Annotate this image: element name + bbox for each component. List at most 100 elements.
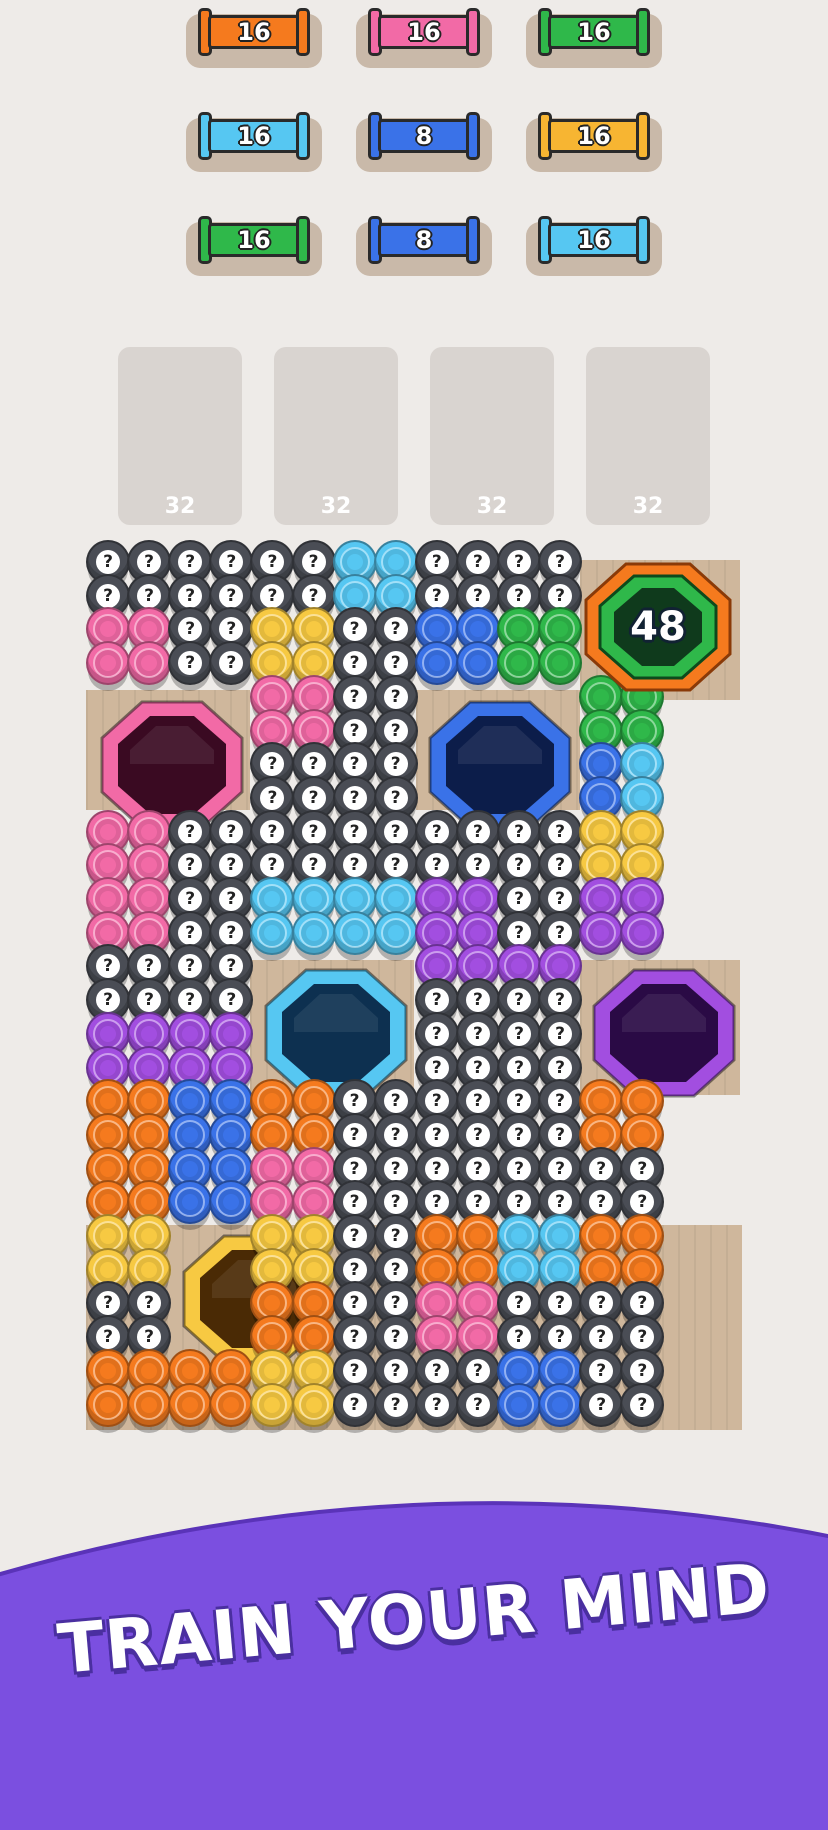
question-mark-icon: ? <box>548 1291 573 1316</box>
coin-green[interactable] <box>538 641 583 686</box>
hidden-coin[interactable]: ? <box>373 1382 418 1427</box>
question-mark-icon: ? <box>178 887 203 911</box>
swirl-icon <box>421 951 452 982</box>
swirl-icon <box>504 1254 534 1285</box>
coin-orange[interactable] <box>209 1382 254 1427</box>
swirl-icon <box>134 917 165 948</box>
hole-purple[interactable] <box>590 966 738 1100</box>
coin-blue[interactable] <box>414 641 459 686</box>
spool-blue[interactable]: 8 <box>356 216 492 276</box>
coin-blue[interactable] <box>497 1382 541 1427</box>
swirl-icon <box>380 580 411 611</box>
swirl-icon <box>216 1355 247 1386</box>
swirl-icon <box>586 1086 617 1117</box>
swirl-icon <box>93 1221 123 1251</box>
question-mark-icon: ? <box>342 853 367 878</box>
question-mark-icon: ? <box>548 1325 573 1350</box>
question-mark-icon: ? <box>342 785 367 810</box>
question-mark-icon: ? <box>465 819 490 844</box>
swirl-icon <box>504 1389 534 1420</box>
swirl-icon <box>627 816 658 847</box>
coin-lightblue[interactable] <box>332 910 377 955</box>
question-mark-icon: ? <box>342 617 367 642</box>
hidden-coin[interactable]: ? <box>620 1382 665 1427</box>
swirl-icon <box>93 1119 123 1150</box>
swirl-icon <box>216 1052 247 1083</box>
question-mark-icon: ? <box>342 1089 367 1114</box>
coin-orange[interactable] <box>86 1382 130 1427</box>
empty-slot[interactable]: 32 <box>274 347 398 525</box>
hidden-coin[interactable]: ? <box>332 1382 377 1427</box>
question-mark-icon: ? <box>383 853 408 878</box>
question-mark-icon: ? <box>507 819 531 844</box>
swirl-icon <box>134 1355 165 1386</box>
coin-pink[interactable] <box>86 641 130 686</box>
question-mark-icon: ? <box>178 954 203 979</box>
spool-green[interactable]: 16 <box>526 8 662 68</box>
coin-blue[interactable] <box>538 1382 583 1427</box>
question-mark-icon: ? <box>548 887 573 911</box>
question-mark-icon: ? <box>383 617 408 642</box>
question-mark-icon: ? <box>465 1021 490 1046</box>
goal-hole-green[interactable]: 48 <box>582 560 734 694</box>
swirl-icon <box>93 850 123 881</box>
coin-lightblue[interactable] <box>291 910 336 955</box>
swirl-icon <box>586 816 617 847</box>
spool-blue[interactable]: 8 <box>356 112 492 172</box>
spool-count: 16 <box>237 18 271 46</box>
hidden-coin[interactable]: ? <box>579 1382 624 1427</box>
hidden-coin[interactable]: ? <box>168 641 213 686</box>
swirl-icon <box>586 850 617 881</box>
coin-blue[interactable] <box>455 641 500 686</box>
coin-green[interactable] <box>497 641 541 686</box>
empty-slot[interactable]: 32 <box>118 347 242 525</box>
coin-yellow[interactable] <box>291 1382 336 1427</box>
question-mark-icon: ? <box>507 920 531 945</box>
empty-slot[interactable]: 32 <box>430 347 554 525</box>
swirl-icon <box>339 580 370 611</box>
question-mark-icon: ? <box>178 920 203 945</box>
question-mark-icon: ? <box>507 1291 531 1316</box>
empty-slot[interactable]: 32 <box>586 347 710 525</box>
question-mark-icon: ? <box>219 954 244 979</box>
swirl-icon <box>216 1389 247 1420</box>
swirl-icon <box>93 884 123 914</box>
question-mark-icon: ? <box>424 1122 449 1147</box>
question-mark-icon: ? <box>137 954 162 979</box>
spool-lightblue[interactable]: 16 <box>186 112 322 172</box>
swirl-icon <box>93 614 123 645</box>
coin-yellow[interactable] <box>250 1382 295 1427</box>
hidden-coin[interactable]: ? <box>414 1382 459 1427</box>
spool-orange[interactable]: 16 <box>186 8 322 68</box>
coin-orange[interactable] <box>168 1382 213 1427</box>
spool-yellow[interactable]: 16 <box>526 112 662 172</box>
swirl-icon <box>339 917 370 948</box>
coin-lightblue[interactable] <box>250 910 295 955</box>
question-mark-icon: ? <box>589 1190 614 1215</box>
spool-pink[interactable]: 16 <box>356 8 492 68</box>
coin-purple[interactable] <box>579 910 624 955</box>
hidden-coin[interactable]: ? <box>455 1382 500 1427</box>
spool-green[interactable]: 16 <box>186 216 322 276</box>
hidden-coin[interactable]: ? <box>209 641 254 686</box>
spool-count: 16 <box>577 18 611 46</box>
swirl-icon <box>134 1389 165 1420</box>
swirl-icon <box>175 1018 206 1049</box>
swirl-icon <box>586 884 617 914</box>
coin-lightblue[interactable] <box>373 910 418 955</box>
coin-orange[interactable] <box>127 1382 172 1427</box>
spool-count: 16 <box>407 18 441 46</box>
coin-blue[interactable] <box>168 1180 213 1225</box>
swirl-icon <box>298 1119 329 1150</box>
swirl-icon <box>134 1221 165 1251</box>
coin-blue[interactable] <box>209 1180 254 1225</box>
question-mark-icon: ? <box>383 1122 408 1147</box>
question-mark-icon: ? <box>548 1156 573 1181</box>
coin-pink[interactable] <box>127 641 172 686</box>
coin-purple[interactable] <box>620 910 665 955</box>
swirl-icon <box>134 1187 165 1218</box>
question-mark-icon: ? <box>260 853 285 878</box>
spool-lightblue[interactable]: 16 <box>526 216 662 276</box>
swirl-icon <box>93 1018 123 1049</box>
swirl-icon <box>216 1086 247 1117</box>
